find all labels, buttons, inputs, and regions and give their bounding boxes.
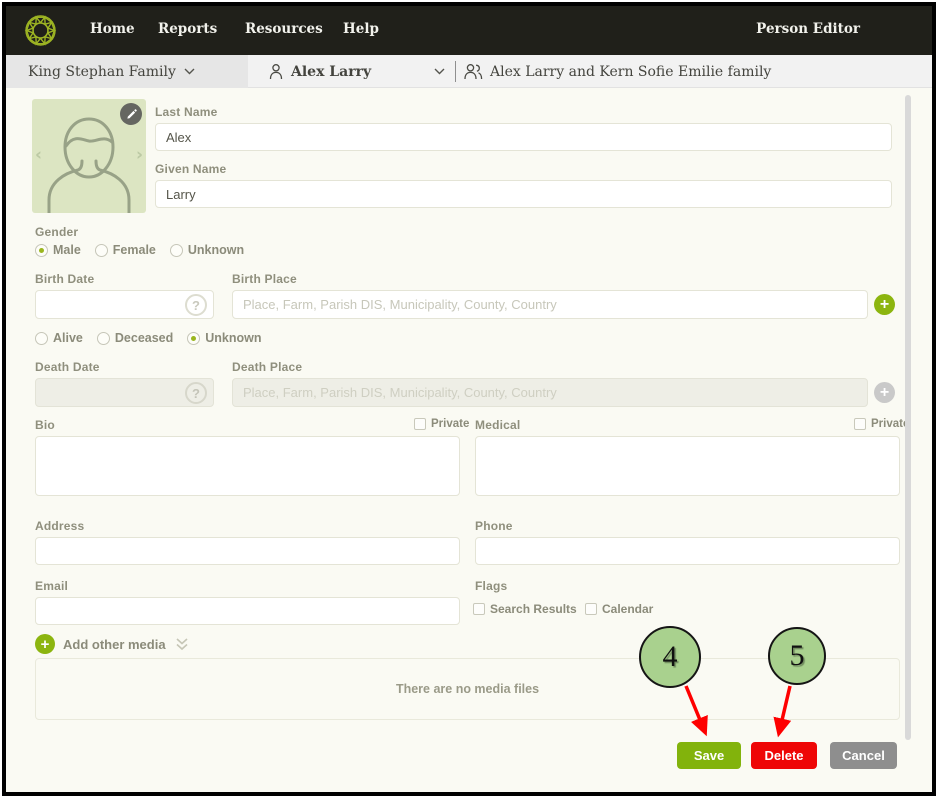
birth-place-input[interactable] bbox=[232, 290, 868, 319]
photo-next-icon[interactable]: › bbox=[136, 145, 143, 165]
phone-input[interactable] bbox=[475, 537, 900, 565]
flag-search-results-checkbox[interactable]: Search Results bbox=[473, 602, 577, 616]
given-name-input[interactable] bbox=[155, 180, 892, 208]
bio-textarea[interactable] bbox=[35, 436, 460, 496]
app-window: Home Reports Resources Help Person Edito… bbox=[2, 2, 936, 796]
address-input[interactable] bbox=[35, 537, 460, 565]
gender-female-radio[interactable]: Female bbox=[95, 243, 156, 257]
family-selector[interactable]: King Stephan Family bbox=[6, 55, 248, 88]
status-unknown-radio[interactable]: Unknown bbox=[187, 331, 261, 345]
medical-textarea[interactable] bbox=[475, 436, 900, 496]
context-bar: King Stephan Family Alex Larry Alex Larr… bbox=[6, 55, 932, 88]
status-deceased-radio[interactable]: Deceased bbox=[97, 331, 173, 345]
cancel-button[interactable]: Cancel bbox=[830, 742, 897, 769]
email-label: Email bbox=[35, 579, 68, 593]
pencil-icon bbox=[126, 109, 137, 120]
address-label: Address bbox=[35, 519, 84, 533]
gender-male-radio[interactable]: Male bbox=[35, 243, 81, 257]
medical-label: Medical bbox=[475, 418, 520, 432]
radio-icon bbox=[187, 332, 200, 345]
death-date-label: Death Date bbox=[35, 360, 100, 374]
death-place-input bbox=[232, 378, 868, 407]
last-name-label: Last Name bbox=[155, 105, 218, 119]
people-icon bbox=[463, 63, 483, 80]
flag-calendar-checkbox[interactable]: Calendar bbox=[585, 602, 653, 616]
death-date-help-icon: ? bbox=[185, 382, 207, 404]
top-nav: Home Reports Resources Help Person Edito… bbox=[6, 6, 932, 55]
divider bbox=[455, 61, 456, 82]
phone-label: Phone bbox=[475, 519, 513, 533]
chevron-down-icon bbox=[184, 68, 195, 75]
family-context[interactable]: Alex Larry and Kern Sofie Emilie family bbox=[463, 55, 771, 88]
delete-button[interactable]: Delete bbox=[751, 742, 817, 769]
gender-radio-group: Male Female Unknown bbox=[35, 243, 244, 257]
checkbox-icon bbox=[585, 603, 597, 615]
birth-date-help-icon[interactable]: ? bbox=[185, 294, 207, 316]
plus-icon: + bbox=[35, 634, 55, 654]
birth-date-label: Birth Date bbox=[35, 272, 94, 286]
status-alive-radio[interactable]: Alive bbox=[35, 331, 83, 345]
radio-icon bbox=[35, 244, 48, 257]
add-other-media-button[interactable]: + Add other media bbox=[35, 634, 190, 654]
family-context-label: Alex Larry and Kern Sofie Emilie family bbox=[490, 64, 771, 80]
app-logo-icon[interactable] bbox=[22, 12, 59, 49]
life-status-radio-group: Alive Deceased Unknown bbox=[35, 331, 262, 345]
photo-prev-icon[interactable]: ‹ bbox=[35, 145, 42, 165]
chevron-down-icon[interactable] bbox=[434, 68, 445, 75]
person-icon bbox=[268, 63, 284, 80]
email-input[interactable] bbox=[35, 597, 460, 625]
vertical-scrollbar[interactable] bbox=[905, 95, 911, 740]
given-name-label: Given Name bbox=[155, 162, 226, 176]
checkbox-icon bbox=[473, 603, 485, 615]
flags-label: Flags bbox=[475, 579, 507, 593]
double-chevron-down-icon bbox=[174, 637, 190, 651]
nav-item-home[interactable]: Home bbox=[90, 21, 135, 37]
nav-item-help[interactable]: Help bbox=[343, 21, 379, 37]
death-place-label: Death Place bbox=[232, 360, 302, 374]
radio-icon bbox=[170, 244, 183, 257]
checkbox-icon bbox=[854, 418, 866, 430]
birth-place-label: Birth Place bbox=[232, 272, 297, 286]
checkbox-icon bbox=[414, 418, 426, 430]
medical-private-checkbox[interactable]: Private bbox=[854, 418, 909, 430]
person-photo: ‹ › bbox=[32, 99, 146, 213]
save-button[interactable]: Save bbox=[677, 742, 741, 769]
add-other-media-label: Add other media bbox=[63, 637, 166, 652]
annotation-circle-4: 4 bbox=[639, 626, 701, 688]
last-name-input[interactable] bbox=[155, 123, 892, 151]
add-birth-place-button[interactable]: + bbox=[874, 294, 895, 315]
add-death-place-button: + bbox=[874, 382, 895, 403]
nav-item-reports[interactable]: Reports bbox=[158, 21, 217, 37]
person-selector-label: Alex Larry bbox=[291, 64, 371, 80]
page-title: Person Editor bbox=[756, 21, 860, 37]
edit-photo-button[interactable] bbox=[120, 103, 142, 125]
media-empty-text: There are no media files bbox=[396, 682, 539, 696]
gender-unknown-radio[interactable]: Unknown bbox=[170, 243, 244, 257]
radio-icon bbox=[35, 332, 48, 345]
gender-label: Gender bbox=[35, 225, 78, 239]
bio-private-checkbox[interactable]: Private bbox=[414, 418, 469, 430]
radio-icon bbox=[95, 244, 108, 257]
nav-item-resources[interactable]: Resources bbox=[245, 21, 323, 37]
annotation-circle-5: 5 bbox=[768, 627, 826, 685]
bio-label: Bio bbox=[35, 418, 55, 432]
person-selector[interactable]: Alex Larry bbox=[268, 55, 371, 88]
radio-icon bbox=[97, 332, 110, 345]
family-selector-label: King Stephan Family bbox=[28, 64, 176, 80]
